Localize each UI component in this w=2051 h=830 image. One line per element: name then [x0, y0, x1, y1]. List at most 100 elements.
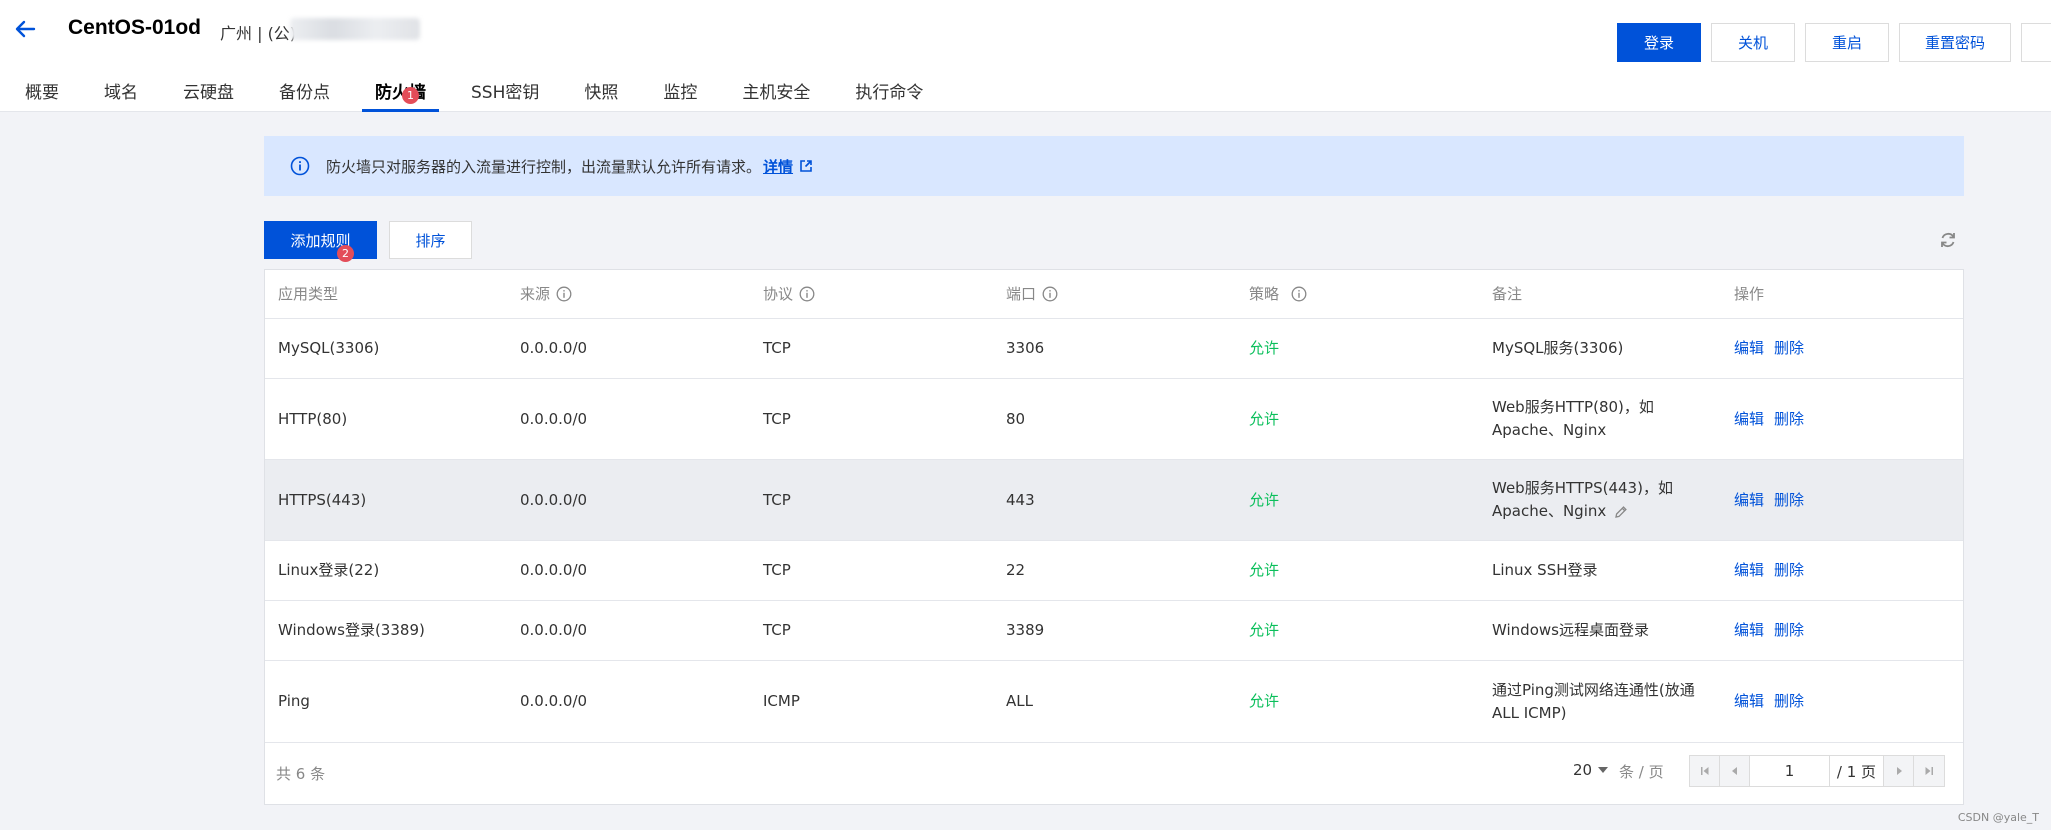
- header-policy-label: 策略: [1249, 284, 1280, 303]
- cell-protocol: TCP: [763, 409, 791, 428]
- restart-button[interactable]: 重启: [1805, 23, 1889, 62]
- instance-tabs: 概要 域名 云硬盘 备份点 防火墙 1 SSH密钥 快照 监控 主机安全 执行命…: [0, 78, 955, 112]
- delete-link[interactable]: 删除: [1774, 408, 1804, 431]
- delete-link[interactable]: 删除: [1774, 619, 1804, 642]
- back-arrow-icon[interactable]: [10, 14, 40, 44]
- remark-line: Windows远程桌面登录: [1492, 621, 1649, 639]
- tab-overview[interactable]: 概要: [0, 78, 72, 112]
- cell-actions: 编辑 删除: [1734, 319, 1814, 378]
- tab-backup[interactable]: 备份点: [266, 78, 343, 112]
- cell-port: 3389: [1006, 621, 1045, 639]
- tab-ssh-key[interactable]: SSH密钥: [458, 78, 552, 112]
- pencil-icon[interactable]: [1614, 505, 1628, 519]
- info-banner: 防火墙只对服务器的入流量进行控制，出流量默认允许所有请求。 详情: [264, 136, 1964, 196]
- shutdown-button[interactable]: 关机: [1711, 23, 1795, 62]
- header-source-label: 来源: [520, 284, 551, 303]
- cell-protocol: TCP: [763, 490, 791, 509]
- banner-text: 防火墙只对服务器的入流量进行控制，出流量默认允许所有请求。: [326, 157, 762, 176]
- instance-region: 广州 | (公): [220, 24, 297, 43]
- page-size-value: 20: [1573, 761, 1593, 779]
- cell-protocol: TCP: [763, 621, 791, 639]
- tab-run-command[interactable]: 执行命令: [842, 78, 936, 112]
- cell-app-type: HTTPS(443): [278, 490, 367, 509]
- external-link-icon[interactable]: [799, 159, 813, 173]
- info-circle-icon[interactable]: [1291, 286, 1307, 302]
- remark-line-with-edit: Apache、Nginx: [1492, 500, 1628, 523]
- edit-link[interactable]: 编辑: [1734, 690, 1764, 713]
- info-circle-icon[interactable]: [556, 286, 572, 302]
- cell-policy: 允许: [1249, 409, 1280, 428]
- cell-actions: 编辑 删除: [1734, 661, 1814, 742]
- cell-app-type: Ping: [278, 692, 310, 710]
- cell-port: 3306: [1006, 339, 1045, 357]
- tab-firewall[interactable]: 防火墙 1: [362, 78, 439, 112]
- remark-line: MySQL服务(3306): [1492, 339, 1624, 357]
- tab-cloud-disk[interactable]: 云硬盘: [170, 78, 247, 112]
- cell-source: 0.0.0.0/0: [520, 561, 588, 579]
- tab-label: 主机安全: [742, 83, 811, 103]
- cell-source: 0.0.0.0/0: [520, 692, 588, 710]
- cell-policy: 允许: [1249, 490, 1280, 509]
- page-number-input[interactable]: [1750, 756, 1830, 786]
- more-actions-button[interactable]: [2021, 23, 2051, 62]
- cell-app-type: Windows登录(3389): [278, 621, 425, 639]
- step-badge: 2: [337, 245, 354, 262]
- header-protocol-label: 协议: [763, 284, 794, 303]
- total-pages: / 1 页: [1830, 756, 1884, 786]
- sort-button[interactable]: 排序: [389, 221, 472, 259]
- tab-host-security[interactable]: 主机安全: [729, 78, 823, 112]
- header-source: 来源: [520, 270, 572, 318]
- delete-link[interactable]: 删除: [1774, 489, 1804, 512]
- delete-link[interactable]: 删除: [1774, 337, 1804, 360]
- cell-app-type: Linux登录(22): [278, 561, 380, 579]
- first-page-icon[interactable]: [1690, 756, 1720, 786]
- remark-line: Web服务HTTPS(443)，如: [1492, 479, 1673, 497]
- page-size-select[interactable]: 20: [1573, 761, 1609, 779]
- info-circle-icon[interactable]: [799, 286, 815, 302]
- firewall-rules-table: 应用类型 来源 协议 端口 策略 备注 操作 MySQL(3306) 0.0.0…: [264, 269, 1964, 805]
- remark-line: Web服务HTTP(80)，如: [1492, 398, 1654, 416]
- header-port-label: 端口: [1006, 284, 1037, 303]
- edit-link[interactable]: 编辑: [1734, 619, 1764, 642]
- edit-link[interactable]: 编辑: [1734, 559, 1764, 582]
- cell-source: 0.0.0.0/0: [520, 490, 588, 509]
- last-page-icon[interactable]: [1914, 756, 1944, 786]
- cell-protocol: TCP: [763, 561, 791, 579]
- prev-page-icon[interactable]: [1720, 756, 1750, 786]
- next-page-icon[interactable]: [1884, 756, 1914, 786]
- edit-link[interactable]: 编辑: [1734, 337, 1764, 360]
- tab-monitor[interactable]: 监控: [650, 78, 710, 112]
- tab-label: 域名: [104, 83, 138, 103]
- cell-actions: 编辑 删除: [1734, 601, 1814, 660]
- tab-snapshot[interactable]: 快照: [571, 78, 631, 112]
- total-count: 共 6 条: [276, 765, 326, 783]
- cell-actions: 编辑 删除: [1734, 541, 1814, 600]
- header-protocol: 协议: [763, 270, 815, 318]
- refresh-icon[interactable]: [1936, 228, 1960, 252]
- instance-actions: 登录 关机 重启 重置密码: [1617, 23, 2051, 62]
- info-circle-icon[interactable]: [1042, 286, 1058, 302]
- add-rule-button[interactable]: 添加规则 2: [264, 221, 377, 262]
- remark-line: 通过Ping测试网络连通性(放通: [1492, 680, 1695, 699]
- cell-port: 80: [1006, 409, 1026, 428]
- tab-domain[interactable]: 域名: [91, 78, 151, 112]
- table-row: Windows登录(3389) 0.0.0.0/0 TCP 3389 允许 Wi…: [265, 601, 1963, 661]
- cell-port: 443: [1006, 490, 1035, 509]
- table-header-row: 应用类型 来源 协议 端口 策略 备注 操作: [265, 270, 1963, 319]
- tab-label: 监控: [663, 83, 698, 103]
- delete-link[interactable]: 删除: [1774, 559, 1804, 582]
- table-row: Ping 0.0.0.0/0 ICMP ALL 允许 通过Ping测试网络连通性…: [265, 661, 1963, 743]
- cell-actions: 编辑 删除: [1734, 460, 1814, 540]
- edit-link[interactable]: 编辑: [1734, 408, 1764, 431]
- cell-app-type: MySQL(3306): [278, 339, 380, 357]
- remark-line: Apache、Nginx: [1492, 502, 1607, 520]
- tab-label: 云硬盘: [183, 83, 234, 103]
- reset-password-button[interactable]: 重置密码: [1899, 23, 2011, 62]
- login-button[interactable]: 登录: [1617, 23, 1701, 62]
- details-link[interactable]: 详情: [763, 156, 793, 177]
- cell-port: ALL: [1006, 692, 1033, 710]
- delete-link[interactable]: 删除: [1774, 690, 1804, 713]
- edit-link[interactable]: 编辑: [1734, 489, 1764, 512]
- info-icon: [290, 156, 310, 176]
- step-badge: 1: [402, 87, 419, 104]
